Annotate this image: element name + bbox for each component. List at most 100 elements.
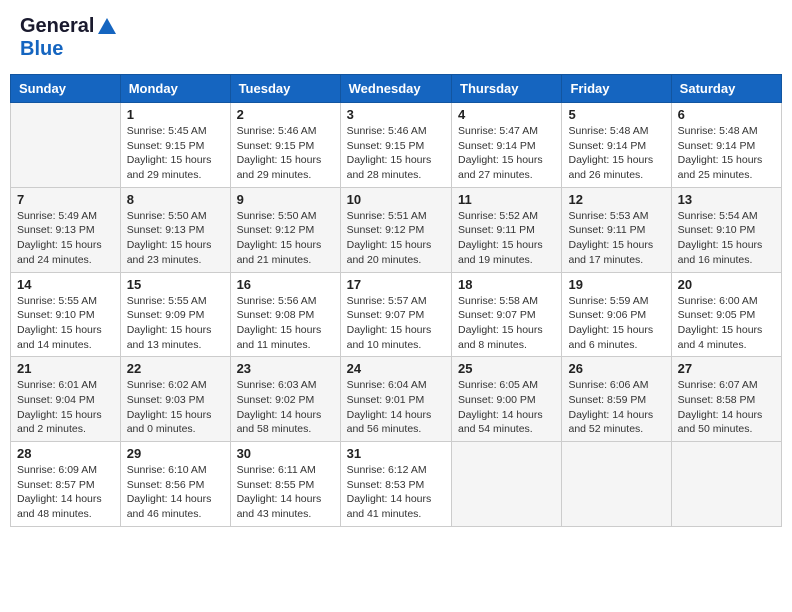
calendar-table: SundayMondayTuesdayWednesdayThursdayFrid… <box>10 74 782 527</box>
day-info: Sunrise: 6:06 AM Sunset: 8:59 PM Dayligh… <box>568 378 664 437</box>
calendar-header-row: SundayMondayTuesdayWednesdayThursdayFrid… <box>11 75 782 103</box>
calendar-cell: 23 Sunrise: 6:03 AM Sunset: 9:02 PM Dayli… <box>230 357 340 442</box>
day-number: 29 <box>127 446 224 461</box>
day-number: 28 <box>17 446 114 461</box>
day-info: Sunrise: 5:48 AM Sunset: 9:14 PM Dayligh… <box>678 124 775 183</box>
calendar-cell: 15Sunrise: 5:55 AM Sunset: 9:09 PM Dayli… <box>120 272 230 357</box>
day-number: 23 <box>237 361 334 376</box>
day-info: Sunrise: 5:57 AM Sunset: 9:07 PM Dayligh… <box>347 294 445 353</box>
day-info: Sunrise: 5:46 AM Sunset: 9:15 PM Dayligh… <box>347 124 445 183</box>
calendar-cell: 28 Sunrise: 6:09 AM Sunset: 8:57 PM Dayli… <box>11 442 121 527</box>
calendar-cell: 12Sunrise: 5:53 AM Sunset: 9:11 PM Dayli… <box>562 187 671 272</box>
calendar-cell: 22 Sunrise: 6:02 AM Sunset: 9:03 PM Dayli… <box>120 357 230 442</box>
calendar-cell: 6 Sunrise: 5:48 AM Sunset: 9:14 PM Daylig… <box>671 103 781 188</box>
day-number: 10 <box>347 192 445 207</box>
day-of-week-monday: Monday <box>120 75 230 103</box>
day-info: Sunrise: 5:54 AM Sunset: 9:10 PM Dayligh… <box>678 209 775 268</box>
calendar-cell: 3 Sunrise: 5:46 AM Sunset: 9:15 PM Daylig… <box>340 103 451 188</box>
day-info: Sunrise: 5:55 AM Sunset: 9:10 PM Dayligh… <box>17 294 114 353</box>
calendar-cell: 21 Sunrise: 6:01 AM Sunset: 9:04 PM Dayli… <box>11 357 121 442</box>
day-number: 14 <box>17 277 114 292</box>
day-number: 31 <box>347 446 445 461</box>
day-info: Sunrise: 5:59 AM Sunset: 9:06 PM Dayligh… <box>568 294 664 353</box>
calendar-cell: 10Sunrise: 5:51 AM Sunset: 9:12 PM Dayli… <box>340 187 451 272</box>
calendar-cell: 14 Sunrise: 5:55 AM Sunset: 9:10 PM Dayli… <box>11 272 121 357</box>
calendar-cell: 26 Sunrise: 6:06 AM Sunset: 8:59 PM Dayli… <box>562 357 671 442</box>
calendar-week-5: 28 Sunrise: 6:09 AM Sunset: 8:57 PM Dayli… <box>11 442 782 527</box>
logo-icon <box>96 16 118 38</box>
day-number: 21 <box>17 361 114 376</box>
calendar-cell <box>671 442 781 527</box>
calendar-cell: 8 Sunrise: 5:50 AM Sunset: 9:13 PM Daylig… <box>120 187 230 272</box>
calendar-cell: 16 Sunrise: 5:56 AM Sunset: 9:08 PM Dayli… <box>230 272 340 357</box>
day-info: Sunrise: 6:09 AM Sunset: 8:57 PM Dayligh… <box>17 463 114 522</box>
day-of-week-wednesday: Wednesday <box>340 75 451 103</box>
calendar-cell: 17Sunrise: 5:57 AM Sunset: 9:07 PM Dayli… <box>340 272 451 357</box>
logo-general-text: General <box>20 15 94 38</box>
day-info: Sunrise: 6:02 AM Sunset: 9:03 PM Dayligh… <box>127 378 224 437</box>
day-info: Sunrise: 5:53 AM Sunset: 9:11 PM Dayligh… <box>568 209 664 268</box>
day-info: Sunrise: 6:01 AM Sunset: 9:04 PM Dayligh… <box>17 378 114 437</box>
calendar-cell: 29 Sunrise: 6:10 AM Sunset: 8:56 PM Dayli… <box>120 442 230 527</box>
calendar-week-4: 21 Sunrise: 6:01 AM Sunset: 9:04 PM Dayli… <box>11 357 782 442</box>
day-of-week-friday: Friday <box>562 75 671 103</box>
day-info: Sunrise: 5:48 AM Sunset: 9:14 PM Dayligh… <box>568 124 664 183</box>
day-info: Sunrise: 5:52 AM Sunset: 9:11 PM Dayligh… <box>458 209 555 268</box>
day-number: 26 <box>568 361 664 376</box>
calendar-week-1: 1Sunrise: 5:45 AM Sunset: 9:15 PM Daylig… <box>11 103 782 188</box>
calendar-cell: 27 Sunrise: 6:07 AM Sunset: 8:58 PM Dayli… <box>671 357 781 442</box>
calendar-cell: 9 Sunrise: 5:50 AM Sunset: 9:12 PM Daylig… <box>230 187 340 272</box>
calendar-week-3: 14 Sunrise: 5:55 AM Sunset: 9:10 PM Dayli… <box>11 272 782 357</box>
day-number: 20 <box>678 277 775 292</box>
day-info: Sunrise: 5:49 AM Sunset: 9:13 PM Dayligh… <box>17 209 114 268</box>
day-info: Sunrise: 6:05 AM Sunset: 9:00 PM Dayligh… <box>458 378 555 437</box>
day-info: Sunrise: 5:47 AM Sunset: 9:14 PM Dayligh… <box>458 124 555 183</box>
calendar-cell <box>562 442 671 527</box>
calendar-cell: 19 Sunrise: 5:59 AM Sunset: 9:06 PM Dayli… <box>562 272 671 357</box>
day-number: 25 <box>458 361 555 376</box>
calendar-cell <box>11 103 121 188</box>
day-number: 19 <box>568 277 664 292</box>
day-number: 16 <box>237 277 334 292</box>
calendar-cell: 25 Sunrise: 6:05 AM Sunset: 9:00 PM Dayli… <box>452 357 562 442</box>
day-number: 13 <box>678 192 775 207</box>
day-number: 2 <box>237 107 334 122</box>
day-info: Sunrise: 6:04 AM Sunset: 9:01 PM Dayligh… <box>347 378 445 437</box>
day-info: Sunrise: 5:50 AM Sunset: 9:13 PM Dayligh… <box>127 209 224 268</box>
calendar-cell <box>452 442 562 527</box>
calendar-cell: 2 Sunrise: 5:46 AM Sunset: 9:15 PM Daylig… <box>230 103 340 188</box>
logo-blue-text: Blue <box>20 38 63 60</box>
day-info: Sunrise: 6:00 AM Sunset: 9:05 PM Dayligh… <box>678 294 775 353</box>
day-number: 22 <box>127 361 224 376</box>
day-number: 7 <box>17 192 114 207</box>
day-number: 15 <box>127 277 224 292</box>
day-info: Sunrise: 6:03 AM Sunset: 9:02 PM Dayligh… <box>237 378 334 437</box>
day-number: 30 <box>237 446 334 461</box>
day-info: Sunrise: 5:46 AM Sunset: 9:15 PM Dayligh… <box>237 124 334 183</box>
day-of-week-sunday: Sunday <box>11 75 121 103</box>
day-number: 24 <box>347 361 445 376</box>
calendar-cell: 24 Sunrise: 6:04 AM Sunset: 9:01 PM Dayli… <box>340 357 451 442</box>
calendar-cell: 20 Sunrise: 6:00 AM Sunset: 9:05 PM Dayli… <box>671 272 781 357</box>
day-number: 1 <box>127 107 224 122</box>
day-number: 6 <box>678 107 775 122</box>
day-info: Sunrise: 5:50 AM Sunset: 9:12 PM Dayligh… <box>237 209 334 268</box>
day-info: Sunrise: 5:56 AM Sunset: 9:08 PM Dayligh… <box>237 294 334 353</box>
day-number: 27 <box>678 361 775 376</box>
day-number: 8 <box>127 192 224 207</box>
day-number: 18 <box>458 277 555 292</box>
day-of-week-saturday: Saturday <box>671 75 781 103</box>
calendar-cell: 11 Sunrise: 5:52 AM Sunset: 9:11 PM Dayli… <box>452 187 562 272</box>
day-of-week-tuesday: Tuesday <box>230 75 340 103</box>
day-number: 3 <box>347 107 445 122</box>
calendar-cell: 18Sunrise: 5:58 AM Sunset: 9:07 PM Dayli… <box>452 272 562 357</box>
day-number: 9 <box>237 192 334 207</box>
day-number: 11 <box>458 192 555 207</box>
calendar-week-2: 7 Sunrise: 5:49 AM Sunset: 9:13 PM Daylig… <box>11 187 782 272</box>
day-info: Sunrise: 6:11 AM Sunset: 8:55 PM Dayligh… <box>237 463 334 522</box>
day-of-week-thursday: Thursday <box>452 75 562 103</box>
day-info: Sunrise: 6:12 AM Sunset: 8:53 PM Dayligh… <box>347 463 445 522</box>
day-info: Sunrise: 6:10 AM Sunset: 8:56 PM Dayligh… <box>127 463 224 522</box>
day-info: Sunrise: 6:07 AM Sunset: 8:58 PM Dayligh… <box>678 378 775 437</box>
day-number: 4 <box>458 107 555 122</box>
